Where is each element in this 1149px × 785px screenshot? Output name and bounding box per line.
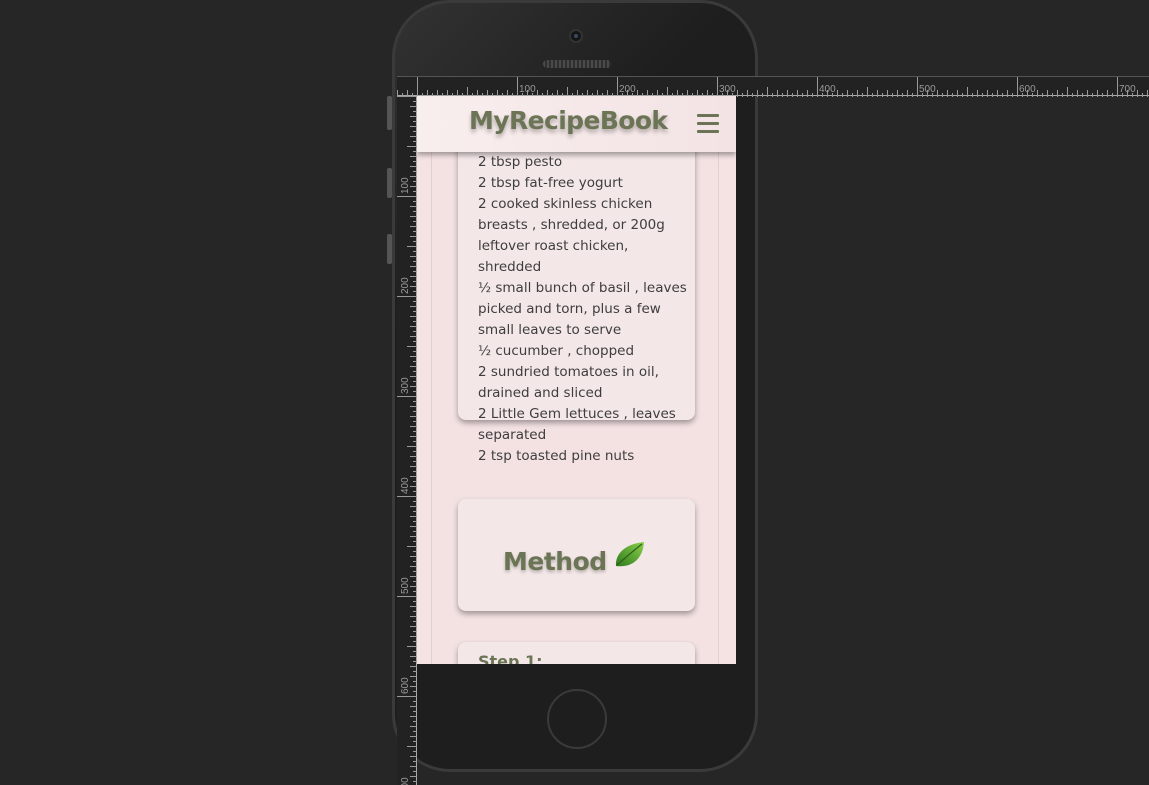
ruler-label: 400 [400, 477, 411, 494]
ingredient-item: ½ cucumber , chopped [478, 343, 635, 359]
hamburger-icon[interactable] [697, 114, 719, 134]
volume-down-button[interactable] [387, 234, 392, 264]
ingredient-item: 2 cooked skinless chicken breasts , shre… [478, 196, 665, 275]
ingredients-list: 2 tbsp pesto 2 tbsp fat-free yogurt 2 co… [478, 152, 688, 467]
mute-switch[interactable] [387, 96, 392, 130]
ruler-label: 300 [400, 377, 411, 394]
app-header: MyRecipeBook [417, 96, 736, 152]
step-heading: Step 1: [478, 652, 543, 664]
ruler-label: 700 [1119, 84, 1136, 95]
ingredient-item: 2 tsp toasted pine nuts [478, 448, 635, 464]
ruler-label: 400 [819, 84, 836, 95]
ingredient-item: 2 Little Gem lettuces , leaves separated [478, 406, 676, 443]
ruler-label: 700 [400, 777, 411, 785]
ruler-label: 500 [919, 84, 936, 95]
home-button[interactable] [547, 689, 607, 749]
ruler-label: 100 [519, 84, 536, 95]
ruler-label: 500 [400, 577, 411, 594]
ruler-vertical[interactable]: 100 200 300 400 500 600 700 [397, 96, 417, 785]
ruler-label: 300 [719, 84, 736, 95]
ruler-horizontal[interactable]: 100 200 300 400 500 600 700 [397, 76, 1149, 97]
ruler-label: 200 [619, 84, 636, 95]
ingredient-item: ½ small bunch of basil , leaves picked a… [478, 280, 687, 338]
method-heading: Method [503, 547, 607, 576]
device-screen[interactable]: 2 tbsp pesto 2 tbsp fat-free yogurt 2 co… [417, 96, 736, 664]
ruler-label: 100 [400, 177, 411, 194]
ingredient-item: 2 tbsp pesto [478, 154, 563, 170]
ingredient-item: 2 sundried tomatoes in oil, drained and … [478, 364, 659, 401]
brand-logo[interactable]: MyRecipeBook [469, 106, 668, 135]
basil-leaf-icon [615, 542, 644, 567]
ruler-label: 600 [400, 677, 411, 694]
volume-up-button[interactable] [387, 168, 392, 198]
ruler-label: 600 [1019, 84, 1036, 95]
ruler-label: 200 [400, 277, 411, 294]
camera-icon [569, 29, 583, 43]
ingredient-item: 2 tbsp fat-free yogurt [478, 175, 623, 191]
speaker-grille [543, 60, 611, 68]
